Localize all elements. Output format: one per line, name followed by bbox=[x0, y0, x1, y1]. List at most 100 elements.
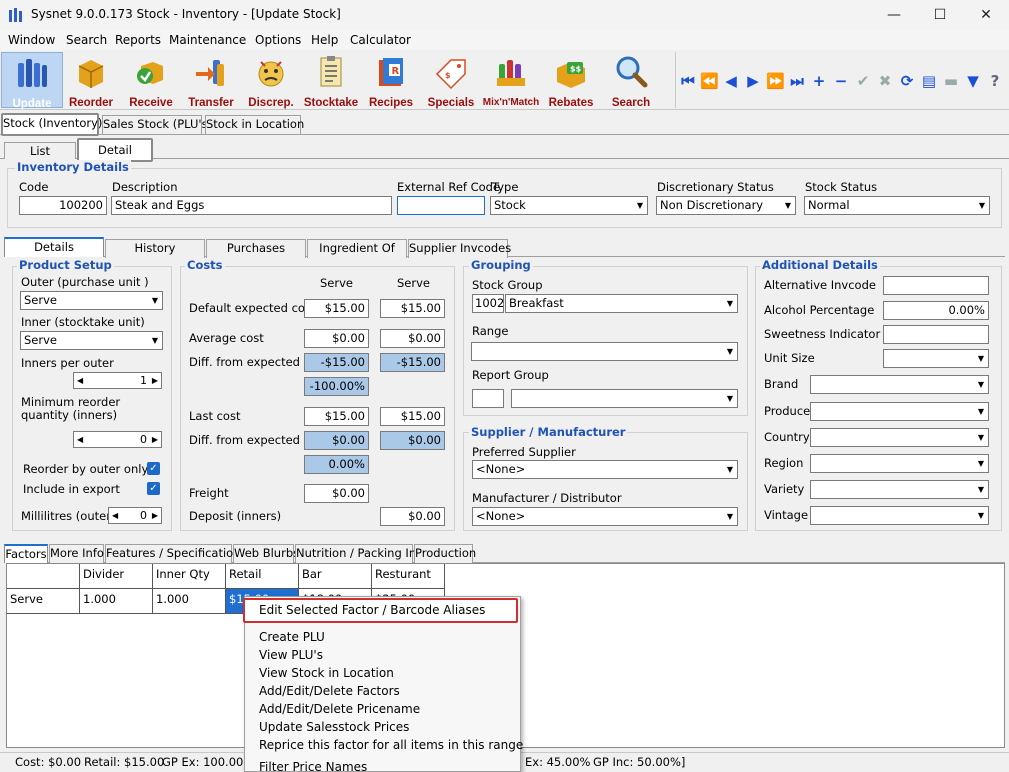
unit-size-select[interactable] bbox=[883, 349, 989, 368]
stock-group-code[interactable]: 1002 bbox=[472, 294, 504, 313]
increment-icon[interactable]: ▶ bbox=[152, 373, 158, 388]
type-select[interactable]: Stock bbox=[490, 196, 648, 215]
alt-invcode-field[interactable] bbox=[883, 276, 989, 295]
inner-select[interactable]: Serve bbox=[20, 331, 163, 350]
reorder-button[interactable]: Reorder bbox=[60, 52, 122, 109]
close-icon[interactable]: ✕ bbox=[963, 0, 1009, 30]
menu-view-stock-location[interactable]: View Stock in Location bbox=[259, 666, 394, 680]
tab-ingredient-of[interactable]: Ingredient Of bbox=[307, 239, 407, 258]
reorder-outer-checkbox[interactable]: ✓ bbox=[147, 462, 160, 475]
tab-purchases[interactable]: Purchases bbox=[206, 239, 306, 258]
menu-create-plu[interactable]: Create PLU bbox=[259, 630, 325, 644]
tab-history[interactable]: History bbox=[105, 239, 205, 258]
decrement-icon[interactable]: ◀ bbox=[77, 373, 83, 388]
freight-field[interactable]: $0.00 bbox=[304, 484, 369, 503]
tab-factors[interactable]: Factors bbox=[4, 544, 48, 563]
report-group-select[interactable] bbox=[511, 389, 738, 408]
last-icon[interactable]: ⏭ bbox=[788, 72, 806, 90]
report-group-code[interactable] bbox=[472, 389, 504, 408]
increment-icon[interactable]: ▶ bbox=[152, 432, 158, 447]
include-export-checkbox[interactable]: ✓ bbox=[147, 482, 160, 495]
delete-icon[interactable]: − bbox=[832, 72, 850, 90]
tab-more-info[interactable]: More Info bbox=[49, 544, 104, 563]
preferred-supplier-select[interactable]: <None> bbox=[472, 460, 738, 479]
confirm-icon[interactable]: ✔ bbox=[854, 72, 872, 90]
increment-icon[interactable]: ▶ bbox=[152, 508, 158, 523]
country-select[interactable] bbox=[810, 428, 989, 447]
sweetness-field[interactable] bbox=[883, 325, 989, 344]
tab-production[interactable]: Production bbox=[414, 544, 476, 563]
stocktake-button[interactable]: Stocktake bbox=[300, 52, 362, 109]
tab-detail[interactable]: Detail bbox=[77, 138, 153, 162]
brand-select[interactable] bbox=[810, 375, 989, 394]
inners-per-outer-stepper[interactable]: ◀ ▶ 1 bbox=[73, 372, 162, 389]
receive-button[interactable]: Receive bbox=[120, 52, 182, 109]
grid-cell-factor[interactable]: Serve bbox=[7, 589, 80, 614]
refresh-icon[interactable]: ⟳ bbox=[898, 72, 916, 90]
code-field[interactable]: 100200 bbox=[19, 196, 107, 215]
menu-edit-factor[interactable]: Edit Selected Factor / Barcode Aliases bbox=[259, 603, 485, 617]
menu-options[interactable]: Options bbox=[255, 33, 301, 47]
cancel-icon[interactable]: ✖ bbox=[876, 72, 894, 90]
vintage-select[interactable] bbox=[810, 506, 989, 525]
menu-reports[interactable]: Reports bbox=[115, 33, 161, 47]
stock-status-select[interactable]: Normal bbox=[804, 196, 990, 215]
menu-window[interactable]: Window bbox=[8, 33, 55, 47]
region-select[interactable] bbox=[810, 454, 989, 473]
rebates-button[interactable]: $$ Rebates bbox=[540, 52, 602, 109]
specials-button[interactable]: $ Specials bbox=[420, 52, 482, 109]
notes-icon[interactable]: ▬ bbox=[942, 72, 960, 90]
deposit-field[interactable]: $0.00 bbox=[380, 507, 445, 526]
min-reorder-stepper[interactable]: ◀ ▶ 0 bbox=[73, 431, 162, 448]
tab-stock-inventory[interactable]: Stock (Inventory) bbox=[1, 113, 102, 136]
minimize-icon[interactable]: — bbox=[871, 0, 917, 30]
help-icon[interactable]: ? bbox=[986, 72, 1004, 90]
tab-features[interactable]: Features / Specifications bbox=[105, 544, 246, 563]
manufacturer-select[interactable]: <None> bbox=[472, 507, 738, 526]
grid-cell-inner-qty[interactable]: 1.000 bbox=[153, 589, 226, 614]
tab-details[interactable]: Details bbox=[4, 237, 104, 257]
discretionary-select[interactable]: Non Discretionary bbox=[656, 196, 796, 215]
tab-list[interactable]: List bbox=[4, 142, 76, 159]
default-cost-2[interactable]: $15.00 bbox=[380, 299, 445, 318]
next-icon[interactable]: ▶ bbox=[744, 72, 762, 90]
variety-select[interactable] bbox=[810, 480, 989, 499]
search-button[interactable]: Search bbox=[600, 52, 662, 109]
tab-supplier-invcodes[interactable]: Supplier Invcodes bbox=[408, 239, 511, 258]
stock-group-select[interactable]: Breakfast bbox=[505, 294, 738, 313]
decrement-icon[interactable]: ◀ bbox=[112, 508, 118, 523]
tab-web-blurbs[interactable]: Web Blurbs bbox=[233, 544, 299, 563]
description-field[interactable]: Steak and Eggs bbox=[111, 196, 392, 215]
alcohol-field[interactable]: 0.00% bbox=[883, 301, 989, 320]
filter-icon[interactable]: ▼ bbox=[964, 72, 982, 90]
external-ref-field[interactable] bbox=[397, 196, 485, 215]
menu-reprice-range[interactable]: Reprice this factor for all items in thi… bbox=[259, 738, 523, 752]
decrement-icon[interactable]: ◀ bbox=[77, 432, 83, 447]
tab-sales-stock[interactable]: Sales Stock (PLU's) bbox=[102, 115, 212, 134]
menu-help[interactable]: Help bbox=[311, 33, 338, 47]
menu-edit-factors[interactable]: Add/Edit/Delete Factors bbox=[259, 684, 400, 698]
prev-page-icon[interactable]: ⏪ bbox=[700, 72, 719, 90]
recipes-button[interactable]: R Recipes bbox=[360, 52, 422, 109]
update-button[interactable]: Update bbox=[1, 52, 63, 110]
grid-cell-divider[interactable]: 1.000 bbox=[80, 589, 153, 614]
tab-nutrition[interactable]: Nutrition / Packing Info bbox=[295, 544, 427, 563]
discrepancy-button[interactable]: Discrep. bbox=[240, 52, 302, 109]
prev-icon[interactable]: ◀ bbox=[722, 72, 740, 90]
first-icon[interactable]: ⏮ bbox=[679, 72, 697, 90]
range-select[interactable] bbox=[471, 342, 738, 361]
next-page-icon[interactable]: ⏩ bbox=[766, 72, 785, 90]
tab-stock-in-location[interactable]: Stock in Location bbox=[205, 115, 304, 134]
mixnmatch-button[interactable]: Mix'n'Match bbox=[480, 52, 542, 108]
menu-view-plus[interactable]: View PLU's bbox=[259, 648, 323, 662]
transfer-button[interactable]: Transfer bbox=[180, 52, 242, 109]
default-cost-1[interactable]: $15.00 bbox=[304, 299, 369, 318]
maximize-icon[interactable]: ☐ bbox=[917, 0, 963, 30]
book-icon[interactable]: ▤ bbox=[920, 72, 938, 90]
menu-edit-pricename[interactable]: Add/Edit/Delete Pricename bbox=[259, 702, 420, 716]
menu-filter-price-names[interactable]: Filter Price Names bbox=[259, 760, 367, 772]
menu-update-prices[interactable]: Update Salesstock Prices bbox=[259, 720, 409, 734]
menu-maintenance[interactable]: Maintenance bbox=[169, 33, 246, 47]
millilitres-stepper[interactable]: ◀ ▶ 0 bbox=[108, 507, 162, 524]
menu-calculator[interactable]: Calculator bbox=[350, 33, 411, 47]
